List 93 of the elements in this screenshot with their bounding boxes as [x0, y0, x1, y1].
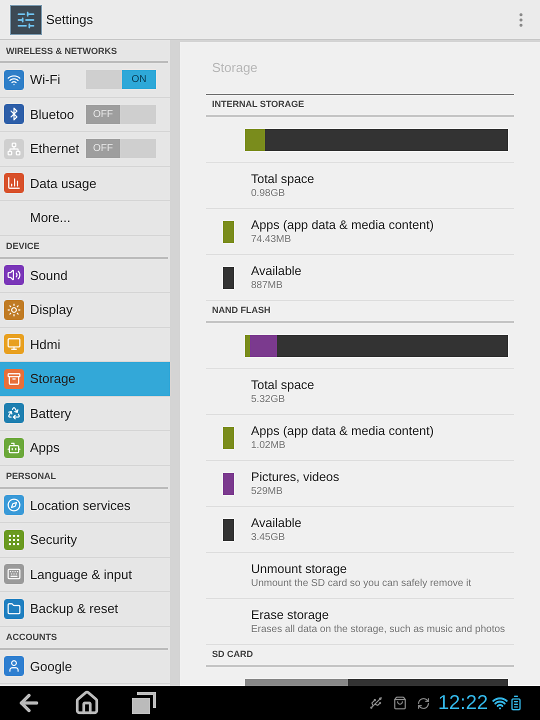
keyboard-icon [4, 564, 24, 584]
clock: 12:22 [438, 691, 488, 716]
dot-grid-icon [4, 530, 24, 550]
sync-icon [416, 696, 430, 710]
item-label: Apps [30, 439, 60, 457]
row-summary: 1.02MB [251, 438, 286, 452]
folder-icon [4, 598, 24, 619]
row-title: Erase storage [251, 608, 330, 622]
compass-icon [4, 495, 24, 516]
storage-row[interactable]: Available 3.45GB [206, 507, 514, 553]
storage-row[interactable]: Erase storage Erases all data on the storage, such as music and photos [206, 599, 514, 645]
bar-chart-icon [4, 173, 24, 194]
item-label: Hdmi [30, 336, 60, 354]
section-header: NAND FLASH [212, 304, 270, 316]
item-label: Data usage [30, 174, 96, 193]
row-summary: 5.32GB [251, 392, 286, 406]
storage-row[interactable]: Available 887MB [206, 255, 514, 301]
sidebar-item[interactable]: Data usage [0, 166, 170, 201]
sidebar-item[interactable]: Location services [0, 488, 170, 523]
item-label: Security [30, 531, 77, 549]
item-label: Storage [30, 370, 76, 388]
row-title: Total space [251, 378, 314, 392]
recycle-icon [4, 403, 24, 424]
row-title: Available [251, 264, 302, 278]
sidebar-item[interactable]: Sound [0, 258, 170, 293]
usb-icon [368, 696, 383, 710]
item-label: Backup & reset [30, 600, 118, 618]
item-label: Battery [30, 404, 72, 423]
row-summary: 529MB [251, 484, 284, 498]
item-label: Bluetoo [30, 106, 74, 124]
row-title: Apps (app data & media content) [251, 218, 434, 232]
bluetooth-icon [4, 104, 24, 124]
wifi-icon [4, 70, 24, 90]
sidebar-item[interactable]: Language & input [0, 558, 170, 592]
sun-icon [4, 300, 24, 320]
storage-row[interactable]: Pictures, videos 529MB [206, 461, 514, 507]
section-header: INTERNAL STORAGE [212, 98, 304, 110]
row-title: Apps (app data & media content) [251, 424, 434, 438]
sidebar-item[interactable]: Wi-Fi ON [0, 63, 170, 98]
item-label: Location services [30, 496, 130, 514]
wifi-signal-icon [492, 695, 508, 711]
item-label: Ethernet [30, 140, 80, 158]
sidebar-item[interactable]: Storage [0, 362, 170, 396]
row-title: Pictures, videos [251, 470, 340, 484]
item-label: Sound [30, 266, 68, 284]
monitor-icon [4, 334, 24, 354]
row-summary: Erases all data on the storage, such as music and photos [251, 622, 506, 636]
app-title: Settings [46, 10, 93, 29]
section-header: PERSONAL [6, 470, 56, 483]
item-label: Google [30, 658, 72, 676]
item-label: Wi-Fi [30, 71, 60, 89]
row-title: Unmount storage [251, 562, 348, 576]
sidebar-item[interactable]: Display [0, 293, 170, 328]
row-summary: Unmount the SD card so you can safely remove it [251, 576, 472, 590]
panel-title: Storage [212, 59, 258, 78]
toggle-label: OFF [86, 104, 120, 124]
section-header: SD CARD [212, 648, 254, 660]
storage-row[interactable]: Apps (app data & media content) 1.02MB [206, 415, 514, 461]
row-summary: 0.98GB [251, 186, 286, 200]
sidebar-item[interactable]: Apps [0, 431, 170, 466]
row-summary: 74.43MB [251, 232, 292, 246]
toggle-switch[interactable]: ON [86, 70, 156, 90]
network-icon [4, 138, 24, 159]
storage-row[interactable]: Total space 0.98GB [206, 163, 514, 209]
drawer-icon [4, 368, 24, 389]
account-icon [4, 656, 24, 676]
section-header: WIRELESS & NETWORKS [6, 44, 118, 58]
sidebar-item[interactable]: Security [0, 523, 170, 558]
robot-icon [4, 438, 24, 458]
sidebar-item[interactable]: Battery [0, 396, 170, 431]
recent-apps-icon[interactable] [132, 692, 156, 714]
sidebar-item[interactable]: Google [0, 650, 170, 684]
bag-icon [392, 696, 407, 710]
sidebar-item[interactable]: Bluetoo OFF [0, 98, 170, 132]
storage-row[interactable]: Apps (app data & media content) 74.43MB [206, 209, 514, 255]
speaker-icon [4, 265, 24, 286]
row-title: Available [251, 516, 302, 530]
storage-row[interactable]: Unmount storage Unmount the SD card so you can safely remove it [206, 553, 514, 599]
settings-app-icon [10, 4, 42, 34]
home-icon[interactable] [74, 690, 100, 716]
sidebar-item[interactable]: Backup & reset [0, 592, 170, 626]
section-header: DEVICE [6, 240, 40, 253]
storage-row[interactable]: Total space 5.32GB [206, 369, 514, 415]
row-summary: 887MB [251, 278, 284, 292]
item-label: Display [30, 301, 73, 319]
toggle-label: ON [122, 70, 156, 90]
row-title: Total space [251, 172, 314, 186]
toggle-label: OFF [86, 139, 120, 158]
item-label: More... [30, 209, 70, 227]
row-summary: 3.45GB [251, 530, 286, 544]
sidebar-item[interactable]: Ethernet OFF [0, 132, 170, 166]
section-header: ACCOUNTS [6, 631, 57, 644]
item-label: Language & input [30, 566, 132, 584]
